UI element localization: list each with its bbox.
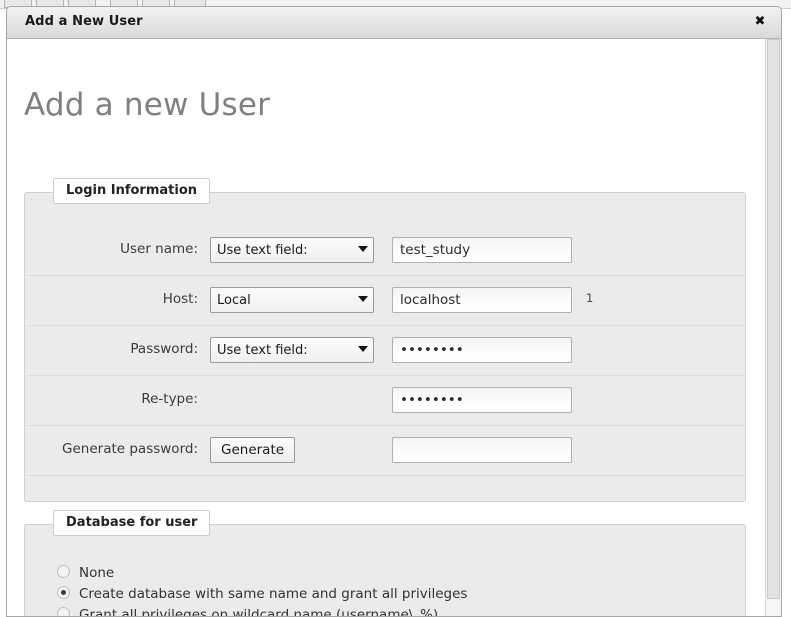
retype-password-input[interactable] <box>392 387 572 413</box>
host-input[interactable] <box>392 287 572 313</box>
form-row-password: Password: Use text field: <box>26 326 744 376</box>
retype-label: Re-type: <box>141 391 198 407</box>
radio-option-create-database[interactable]: Create database with same name and grant… <box>57 582 467 603</box>
generated-password-input[interactable] <box>392 437 572 463</box>
database-for-user-fieldset: Database for user None Create database w… <box>24 510 746 616</box>
password-type-select[interactable]: Use text field: <box>210 337 374 363</box>
form-row-host: Host: Local 1 <box>26 276 744 326</box>
radio-option-wildcard[interactable]: Grant all privileges on wildcard name (u… <box>57 603 467 616</box>
database-for-user-legend: Database for user <box>53 510 211 536</box>
screen: Add a New User ✖ Add a new User Login In… <box>0 0 791 617</box>
close-icon[interactable]: ✖ <box>751 13 769 31</box>
form-row-retype: Re-type: <box>26 376 744 426</box>
dialog-title: Add a New User <box>25 14 143 29</box>
radio-option-none[interactable]: None <box>57 561 467 582</box>
radio-option-label: None <box>79 565 115 581</box>
generate-button[interactable]: Generate <box>210 437 296 463</box>
radio-option-label: Grant all privileges on wildcard name (u… <box>79 607 439 616</box>
login-information-legend: Login Information <box>53 178 211 204</box>
dialog-body: Add a new User Login Information User na… <box>7 39 765 616</box>
radio-option-label: Create database with same name and grant… <box>79 586 468 602</box>
dialog-scrollbar[interactable] <box>765 39 781 616</box>
password-label: Password: <box>130 341 198 357</box>
password-input[interactable] <box>392 337 572 363</box>
page-title: Add a new User <box>24 87 271 123</box>
dialog-titlebar: Add a New User ✖ <box>7 7 781 39</box>
radio-icon[interactable] <box>57 565 70 578</box>
generate-password-label: Generate password: <box>62 441 198 457</box>
radio-icon-selected[interactable] <box>57 586 70 599</box>
host-type-select[interactable]: Local <box>210 287 374 313</box>
username-label: User name: <box>120 241 198 257</box>
form-row-username: User name: Use text field: <box>26 226 744 276</box>
form-row-generate: Generate password: Generate <box>26 426 744 476</box>
username-input[interactable] <box>392 237 572 263</box>
host-footnote-marker: 1 <box>586 291 594 305</box>
add-user-dialog: Add a New User ✖ Add a new User Login In… <box>6 6 782 617</box>
radio-icon[interactable] <box>57 607 70 616</box>
host-label: Host: <box>162 291 198 307</box>
username-type-select[interactable]: Use text field: <box>210 237 374 263</box>
dialog-scrollbar-thumb[interactable] <box>767 39 780 599</box>
database-options-list: None Create database with same name and … <box>57 561 467 616</box>
login-information-fieldset: Login Information User name: Use text fi… <box>24 178 746 502</box>
